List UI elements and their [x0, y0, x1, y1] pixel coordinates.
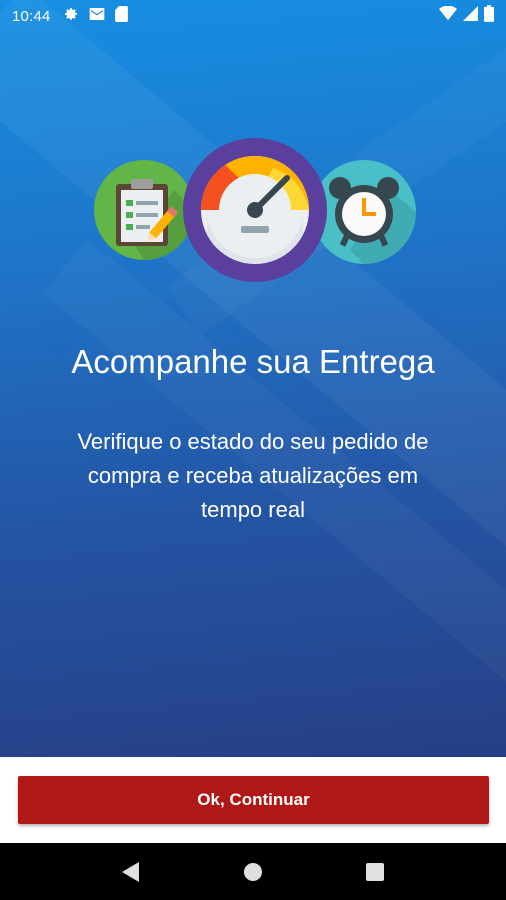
- navigation-bar: [0, 843, 506, 900]
- sd-card-icon: [114, 5, 128, 27]
- mail-icon: [89, 7, 105, 26]
- continue-button[interactable]: Ok, Continuar: [18, 776, 489, 824]
- footer: Ok, Continuar: [0, 757, 506, 843]
- home-icon[interactable]: [233, 852, 273, 892]
- onboarding-illustration: [90, 138, 420, 288]
- back-icon[interactable]: [111, 852, 151, 892]
- status-bar: 10:44: [0, 0, 506, 32]
- clipboard-icon: [94, 160, 194, 260]
- speedometer-icon: [183, 138, 327, 282]
- onboarding-subtitle: Verifique o estado do seu pedido de comp…: [77, 429, 429, 522]
- signal-icon: [463, 6, 478, 26]
- onboarding-title: Acompanhe sua Entrega: [71, 343, 435, 380]
- hero-background: 10:44 Acompanhe sua Entrega Verifique o …: [0, 0, 506, 757]
- battery-icon: [484, 5, 494, 27]
- status-notifications: [63, 5, 128, 27]
- settings-icon: [63, 6, 79, 27]
- status-time: 10:44: [12, 7, 51, 25]
- recents-icon[interactable]: [355, 852, 395, 892]
- alarm-clock-icon: [312, 160, 416, 264]
- wifi-icon: [439, 5, 457, 26]
- onboarding-screen: 10:44 Acompanhe sua Entrega Verifique o …: [0, 0, 506, 900]
- status-system-icons: [439, 5, 494, 27]
